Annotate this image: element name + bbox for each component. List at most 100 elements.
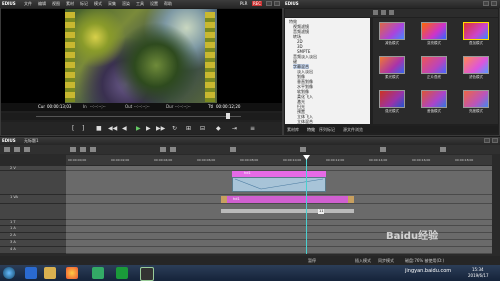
marker-icon[interactable]: ◆ bbox=[216, 125, 221, 132]
overwrite-icon[interactable]: ⊟ bbox=[200, 125, 205, 132]
track-name: 2 V bbox=[10, 166, 16, 170]
folder-icon[interactable] bbox=[373, 10, 378, 15]
library-close-icon[interactable] bbox=[491, 1, 497, 6]
rewind-icon[interactable]: ◀◀ bbox=[108, 125, 117, 132]
menu-view[interactable]: 视图 bbox=[52, 1, 60, 7]
effect-label: 叠加模式 bbox=[469, 41, 483, 45]
close-icon[interactable] bbox=[274, 1, 280, 6]
zoom-icon[interactable] bbox=[440, 147, 446, 152]
set-out-icon[interactable]: ] bbox=[82, 125, 84, 132]
menu-edit[interactable]: 编辑 bbox=[38, 1, 46, 7]
plr-badge[interactable]: PLR bbox=[240, 1, 247, 6]
menu-settings[interactable]: 设置 bbox=[150, 1, 158, 7]
set-in-icon[interactable]: [ bbox=[72, 125, 74, 132]
effect-thumb[interactable] bbox=[463, 56, 489, 74]
effect-thumb[interactable] bbox=[421, 56, 447, 74]
start-button-icon[interactable] bbox=[3, 267, 15, 279]
snap-icon[interactable] bbox=[300, 147, 306, 152]
cut-icon[interactable] bbox=[70, 147, 76, 152]
scrub-bar[interactable] bbox=[36, 116, 241, 117]
track-name: 2 A bbox=[10, 233, 16, 237]
effect-thumb[interactable] bbox=[379, 90, 405, 108]
effect-thumb[interactable] bbox=[379, 22, 405, 40]
track-header[interactable]: 1 A bbox=[0, 226, 66, 233]
track-name bbox=[0, 204, 10, 208]
export-icon[interactable]: ⇥ bbox=[232, 125, 237, 132]
library-minimize-icon[interactable] bbox=[483, 1, 489, 6]
audio-waveform[interactable] bbox=[221, 209, 354, 213]
wechat-icon[interactable] bbox=[116, 267, 128, 279]
delete-icon[interactable] bbox=[230, 147, 236, 152]
track-header[interactable] bbox=[0, 171, 66, 195]
track-header[interactable]: 4 A bbox=[0, 247, 66, 254]
ie-icon[interactable] bbox=[25, 267, 37, 279]
out-value: --:--:--;-- bbox=[134, 104, 150, 109]
save-icon[interactable] bbox=[24, 147, 30, 152]
settings-icon[interactable]: ≡ bbox=[250, 125, 255, 132]
track-name: 4 A bbox=[10, 247, 16, 251]
track-header[interactable]: 3 A bbox=[0, 240, 66, 247]
effect-thumb[interactable] bbox=[421, 22, 447, 40]
step-forward-icon[interactable]: ▶ bbox=[146, 125, 151, 132]
clip-in-handle[interactable] bbox=[221, 196, 227, 203]
tab-bin[interactable]: 素材库 bbox=[287, 127, 299, 132]
timeline-toolbar bbox=[0, 145, 500, 154]
undo-icon[interactable] bbox=[160, 147, 166, 152]
frame-edge-right bbox=[205, 12, 215, 102]
menu-tools[interactable]: 工具 bbox=[136, 1, 144, 7]
mix-track-clip[interactable] bbox=[232, 177, 326, 192]
status-pause: 暂停 bbox=[308, 258, 316, 263]
edius-taskbar-icon[interactable] bbox=[140, 267, 154, 281]
menu-render[interactable]: 渲染 bbox=[122, 1, 130, 7]
effect-thumb[interactable] bbox=[421, 90, 447, 108]
render-icon[interactable] bbox=[380, 147, 386, 152]
effect-thumb-selected[interactable] bbox=[463, 22, 489, 40]
rec-badge[interactable]: REC bbox=[252, 1, 263, 6]
search-icon[interactable] bbox=[381, 10, 386, 15]
loop-icon[interactable]: ↻ bbox=[172, 125, 177, 132]
menu-help[interactable]: 帮助 bbox=[164, 1, 172, 7]
timeline-close-icon[interactable] bbox=[492, 138, 498, 143]
firefox-icon[interactable] bbox=[66, 267, 78, 279]
effect-thumb[interactable] bbox=[463, 90, 489, 108]
stop-icon[interactable]: ■ bbox=[96, 125, 102, 132]
menu-file[interactable]: 文件 bbox=[24, 1, 32, 7]
audio-clip[interactable]: hd1 bbox=[221, 196, 354, 203]
redo-icon[interactable] bbox=[170, 147, 176, 152]
open-project-icon[interactable] bbox=[14, 147, 20, 152]
copy-icon[interactable] bbox=[80, 147, 86, 152]
clock-time: 15:34 bbox=[472, 267, 484, 272]
clip-out-handle[interactable] bbox=[348, 196, 354, 203]
tab-effects[interactable]: 特效 bbox=[307, 127, 315, 132]
menu-capture[interactable]: 采集 bbox=[108, 1, 116, 7]
playhead-tooltip: 11 bbox=[318, 209, 325, 214]
tree-item[interactable]: 立体混合 bbox=[297, 119, 313, 124]
timeline-ruler[interactable]: 00:00:00;00 00:00:02;00 00:00:04;00 00:0… bbox=[66, 155, 492, 165]
playhead[interactable] bbox=[306, 155, 307, 254]
media-player-icon[interactable] bbox=[92, 267, 104, 279]
library-titlebar: EDIUS bbox=[283, 0, 500, 8]
new-sequence-icon[interactable] bbox=[4, 147, 10, 152]
effect-thumb[interactable] bbox=[379, 56, 405, 74]
play-icon[interactable]: ▶ bbox=[136, 125, 141, 132]
view-icon[interactable] bbox=[389, 10, 394, 15]
minimize-icon[interactable] bbox=[266, 1, 272, 6]
tab-source-browser[interactable]: 源文件浏览 bbox=[343, 127, 363, 132]
insert-icon[interactable]: ⊞ bbox=[186, 125, 191, 132]
timeline-minimize-icon[interactable] bbox=[484, 138, 490, 143]
track-name: 1 A bbox=[10, 226, 16, 230]
track-header[interactable] bbox=[0, 204, 66, 220]
menu-mode[interactable]: 模式 bbox=[94, 1, 102, 7]
tab-markers[interactable]: 序列标记 bbox=[319, 127, 335, 132]
step-back-icon[interactable]: ◀ bbox=[122, 125, 127, 132]
ruler-tick: 00:00:08;00 bbox=[240, 158, 259, 162]
cur-value: 00:00:13;03 bbox=[47, 104, 72, 109]
menu-marker[interactable]: 标记 bbox=[80, 1, 88, 7]
track-header[interactable]: 2 A bbox=[0, 233, 66, 240]
menu-clip[interactable]: 素材 bbox=[66, 1, 74, 7]
explorer-icon[interactable] bbox=[44, 267, 56, 279]
fast-forward-icon[interactable]: ▶▶ bbox=[156, 125, 165, 132]
scrub-handle[interactable] bbox=[226, 113, 230, 119]
track-header[interactable]: 1 VA bbox=[0, 195, 66, 204]
paste-icon[interactable] bbox=[90, 147, 96, 152]
